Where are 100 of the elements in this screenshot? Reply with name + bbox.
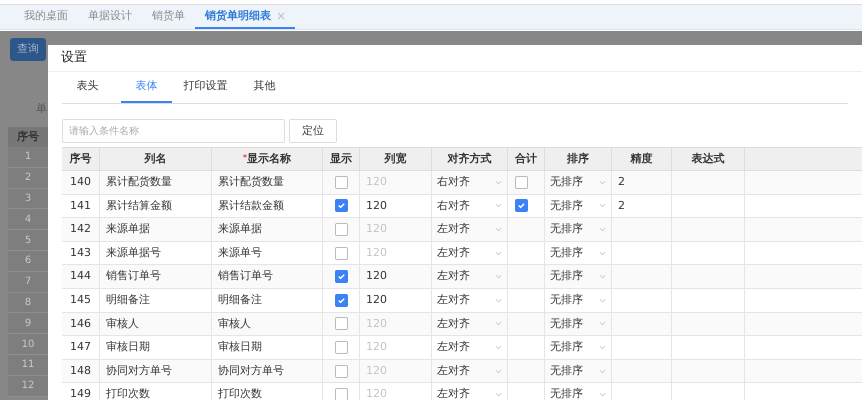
dropdown-select[interactable]: 右对齐 — [432, 171, 507, 194]
table-cell: 144 — [62, 265, 100, 288]
dialog-tab[interactable]: 表头 — [62, 72, 113, 103]
column-header: 表达式 — [672, 148, 745, 170]
chevron-down-icon — [495, 392, 502, 398]
table-header: 序号 — [8, 127, 48, 147]
row-number: 10 — [8, 334, 48, 355]
table-cell: 审核人 — [100, 312, 212, 336]
dropdown-select[interactable]: 右对齐 — [432, 194, 507, 218]
chevron-down-icon — [495, 298, 502, 303]
table-cell: 147 — [62, 336, 100, 359]
checkbox[interactable] — [334, 364, 348, 378]
dropdown-select[interactable]: 左对齐 — [432, 312, 507, 336]
chevron-down-icon — [495, 203, 502, 208]
width-value[interactable]: 120 — [366, 292, 387, 309]
checkbox[interactable] — [334, 317, 348, 330]
row-number: 1 — [8, 147, 48, 168]
table-cell: 打印次数 — [100, 383, 212, 400]
dropdown-select[interactable]: 左对齐 — [432, 360, 507, 382]
chevron-down-icon — [599, 203, 606, 208]
dropdown-select[interactable]: 无排序 — [545, 360, 611, 382]
table-cell: 145 — [62, 288, 100, 312]
dropdown-select[interactable]: 无排序 — [545, 242, 611, 264]
width-value[interactable]: 120 — [366, 268, 387, 285]
dropdown-select[interactable]: 无排序 — [545, 312, 611, 336]
dropdown-select[interactable]: 左对齐 — [432, 336, 507, 359]
table-cell: 协同对方单号 — [100, 360, 212, 382]
table-cell: 审核日期 — [100, 336, 212, 359]
checkbox[interactable] — [334, 176, 348, 189]
table-cell: 累计配货数量 — [212, 171, 323, 194]
chevron-down-icon — [599, 250, 606, 256]
checkbox[interactable] — [334, 294, 348, 307]
row-number: 3 — [8, 188, 48, 210]
checkbox[interactable] — [334, 222, 348, 236]
chevron-down-icon — [495, 180, 502, 185]
required-mark: * — [242, 152, 248, 162]
table-cell: 149 — [62, 383, 100, 400]
dropdown-select[interactable]: 无排序 — [545, 194, 611, 218]
dialog-tab[interactable]: 表体 — [121, 72, 172, 103]
column-header: 显示 — [323, 148, 360, 170]
table-cell: 累计配货数量 — [100, 171, 212, 194]
table-cell: 141 — [62, 194, 100, 218]
checkbox[interactable] — [334, 199, 348, 212]
checkbox[interactable] — [334, 270, 348, 284]
chevron-down-icon — [495, 226, 502, 232]
dropdown-select[interactable]: 无排序 — [545, 218, 611, 241]
table-cell-text: 2 — [618, 174, 625, 190]
table-cell: 148 — [62, 360, 100, 382]
table-cell-text: 2 — [618, 198, 625, 214]
checkbox[interactable] — [334, 340, 348, 354]
table-cell: 146 — [62, 312, 100, 336]
column-header: 序号 — [62, 148, 100, 170]
chevron-down-icon — [495, 274, 502, 280]
checkbox[interactable] — [334, 246, 348, 260]
dialog-tab[interactable]: 打印设置 — [180, 72, 231, 103]
table-cell: 来源单据 — [100, 218, 212, 241]
table-cell: 销售订单号 — [212, 265, 323, 288]
locate-button[interactable]: 定位 — [289, 119, 337, 143]
dropdown-select[interactable]: 左对齐 — [432, 242, 507, 264]
dropdown-select[interactable]: 无排序 — [545, 383, 611, 400]
chevron-down-icon — [495, 344, 502, 350]
table-cell: 销售订单号 — [100, 265, 212, 288]
dropdown-select[interactable]: 无排序 — [545, 171, 611, 194]
column-header: 排序 — [545, 148, 612, 170]
checkbox[interactable] — [515, 199, 528, 212]
table-cell: 累计结款金额 — [212, 194, 323, 218]
dropdown-select[interactable]: 左对齐 — [432, 288, 507, 312]
dialog-tab[interactable]: 其他 — [239, 72, 290, 103]
dropdown-select[interactable]: 无排序 — [545, 288, 611, 312]
dropdown-select[interactable]: 左对齐 — [432, 265, 507, 288]
table-cell: 明细备注 — [212, 288, 323, 312]
table-cell: 142 — [62, 218, 100, 241]
chevron-down-icon — [599, 392, 606, 398]
table-cell: 来源单号 — [212, 242, 323, 264]
table-cell: 明细备注 — [100, 288, 212, 312]
dropdown-select[interactable]: 无排序 — [545, 265, 611, 288]
table-cell: 打印次数 — [212, 383, 323, 400]
dropdown-select[interactable]: 无排序 — [545, 336, 611, 359]
checkbox[interactable] — [515, 176, 528, 189]
column-header: 精度 — [612, 148, 672, 170]
column-header: 对齐方式 — [432, 148, 508, 170]
column-header: 列宽 — [360, 148, 432, 170]
chevron-down-icon — [599, 226, 606, 232]
chevron-down-icon — [599, 321, 606, 326]
width-value[interactable]: 120 — [366, 198, 387, 214]
chevron-down-icon — [495, 250, 502, 256]
page-tab[interactable]: 销货单明细表 — [195, 5, 295, 29]
row-number: 11 — [8, 354, 48, 376]
checkbox[interactable] — [334, 388, 348, 400]
row-number: 7 — [8, 272, 48, 293]
table-cell: 累计结算金额 — [100, 194, 212, 218]
search-field[interactable]: 请输入条件名称 — [62, 119, 285, 143]
close-icon[interactable] — [277, 12, 285, 20]
dialog-title: 设置 — [61, 49, 87, 68]
dropdown-select[interactable]: 左对齐 — [432, 383, 507, 400]
chevron-down-icon — [599, 180, 606, 185]
dropdown-select[interactable]: 左对齐 — [432, 218, 507, 241]
table-cell: 协同对方单号 — [212, 360, 323, 382]
table-cell: 来源单据 — [212, 218, 323, 241]
row-number: 6 — [8, 250, 48, 272]
